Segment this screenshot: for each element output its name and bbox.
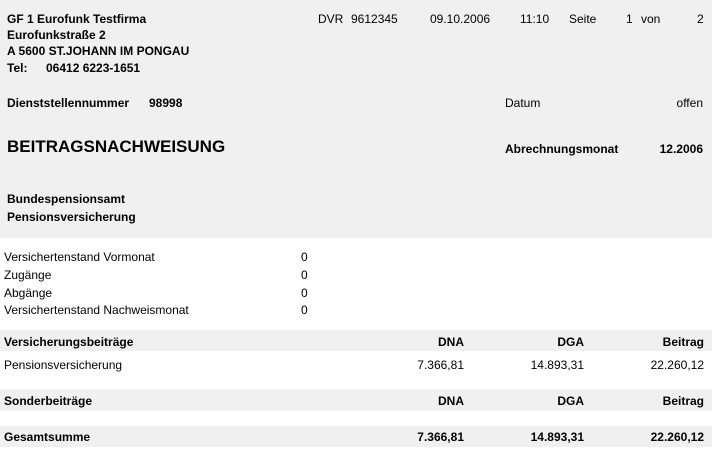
document-title: BEITRAGSNACHWEISUNG [7, 137, 226, 156]
company-street: Eurofunkstraße 2 [7, 28, 106, 42]
page-current: 1 [626, 12, 633, 26]
print-date: 09.10.2006 [430, 12, 491, 26]
special-header-label: Sonderbeiträge [4, 394, 93, 408]
contributions-header-label: Versicherungsbeiträge [4, 335, 134, 349]
contributions-col-dga: DGA [557, 335, 584, 349]
stat-value: 0 [301, 303, 308, 317]
recipient-line1: Bundespensionsamt [7, 192, 126, 206]
office-number-label: Dienststellennummer [7, 96, 130, 110]
stat-value: 0 [301, 268, 308, 282]
billing-month-value: 12.2006 [659, 142, 703, 156]
stat-label: Zugänge [4, 268, 52, 282]
page-total: 2 [697, 12, 704, 26]
phone-number: 06412 6223-1651 [46, 61, 141, 75]
office-number: 98998 [149, 96, 183, 110]
stat-label: Versichertenstand Vormonat [4, 250, 155, 264]
phone-label: Tel: [7, 61, 28, 75]
row-dna: 7.366,81 [417, 358, 464, 372]
stat-label: Abgänge [4, 286, 53, 300]
row-beitrag: 22.260,12 [650, 358, 704, 372]
row-label: Pensionsversicherung [4, 358, 123, 372]
company-city: A 5600 ST.JOHANN IM PONGAU [7, 44, 190, 58]
total-label: Gesamtsumme [4, 430, 91, 444]
total-dna: 7.366,81 [417, 430, 464, 444]
special-col-dga: DGA [557, 394, 584, 408]
datum-value: offen [676, 96, 703, 110]
recipient-line2: Pensionsversicherung [7, 210, 136, 224]
dvr-number: 9612345 [351, 12, 398, 26]
billing-month-label: Abrechnungsmonat [505, 142, 619, 156]
total-beitrag: 22.260,12 [650, 430, 704, 444]
stat-label: Versichertenstand Nachweismonat [4, 303, 189, 317]
row-dga: 14.893,31 [530, 358, 584, 372]
stat-value: 0 [301, 250, 308, 264]
company-name: GF 1 Eurofunk Testfirma [7, 12, 147, 26]
total-dga: 14.893,31 [530, 430, 584, 444]
contributions-col-dna: DNA [438, 335, 464, 349]
page-label: Seite [569, 12, 597, 26]
page-of-label: von [641, 12, 661, 26]
special-col-dna: DNA [438, 394, 464, 408]
contributions-col-beitrag: Beitrag [662, 335, 704, 349]
print-time: 11:10 [520, 12, 550, 26]
special-col-beitrag: Beitrag [662, 394, 704, 408]
dvr-label: DVR [318, 12, 344, 26]
stat-value: 0 [301, 286, 308, 300]
document-page: GF 1 Eurofunk Testfirma Eurofunkstraße 2… [0, 0, 717, 471]
datum-label: Datum [505, 96, 541, 110]
